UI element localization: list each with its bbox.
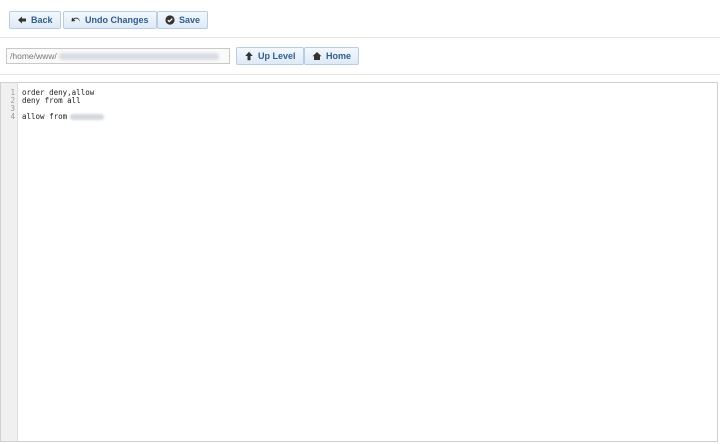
up-level-button-label: Up Level	[258, 51, 296, 61]
directory-path-input[interactable]: /home/www/	[6, 48, 230, 64]
line-number-gutter: 1 2 3 4	[1, 83, 18, 441]
redacted-ip-address	[70, 114, 105, 120]
save-button-label: Save	[179, 15, 201, 25]
undo-icon	[71, 15, 81, 25]
home-button[interactable]: Home	[304, 47, 360, 65]
redacted-path-segment	[58, 52, 219, 60]
arrow-up-icon	[244, 51, 254, 61]
code-line-4[interactable]: allow from	[22, 112, 105, 121]
code-line-text: allow from	[22, 112, 68, 121]
home-button-label: Home	[326, 51, 352, 61]
arrow-left-icon	[17, 15, 27, 25]
editor-toolbar: Back Undo Changes Save	[0, 0, 720, 38]
back-button[interactable]: Back	[9, 11, 61, 29]
line-number: 4	[10, 112, 15, 121]
back-button-label: Back	[31, 15, 53, 25]
undo-changes-button-label: Undo Changes	[85, 15, 149, 25]
up-level-button[interactable]: Up Level	[236, 47, 304, 65]
check-circle-icon	[165, 15, 175, 25]
code-line[interactable]: deny from all	[22, 97, 81, 105]
undo-changes-button[interactable]: Undo Changes	[63, 11, 157, 29]
save-button[interactable]: Save	[157, 11, 209, 29]
directory-path-value: /home/www/	[10, 51, 57, 61]
home-icon	[312, 51, 322, 61]
code-editor[interactable]: 1 2 3 4 order deny,allow deny from all a…	[0, 82, 718, 442]
